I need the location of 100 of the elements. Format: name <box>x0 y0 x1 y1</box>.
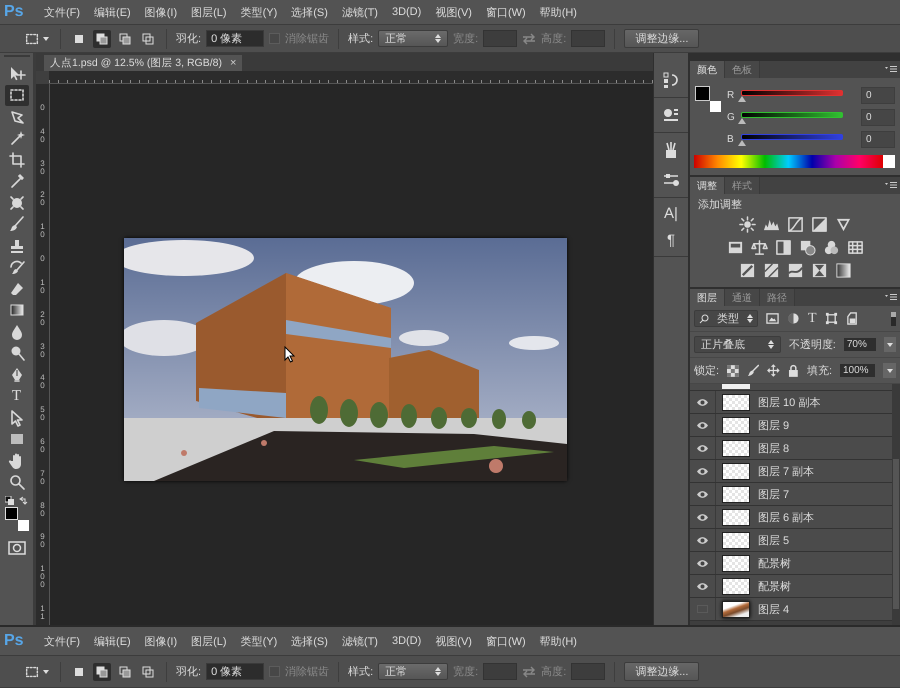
menu-item[interactable]: 图层(L) <box>185 2 233 22</box>
layer-row[interactable]: 图层 9 <box>690 414 892 437</box>
history-icon[interactable] <box>662 71 680 89</box>
style-dropdown[interactable]: 正常 <box>378 663 448 680</box>
panel-tab[interactable]: 通道 <box>725 289 760 306</box>
menu-item[interactable]: 滤镜(T) <box>336 2 384 22</box>
background-color-swatch[interactable] <box>710 101 721 112</box>
menu-item[interactable]: 类型(Y) <box>234 631 284 651</box>
style-dropdown[interactable]: 正常 <box>378 30 448 47</box>
grid-icon[interactable] <box>846 239 864 256</box>
menu-item[interactable]: 图像(I) <box>138 631 184 651</box>
menu-item[interactable]: 选择(S) <box>285 2 334 22</box>
document-tab[interactable]: 人点1.psd @ 12.5% (图层 3, RGB/8) × <box>44 55 242 71</box>
selection-mode-button[interactable] <box>93 662 111 680</box>
value-field[interactable]: 0 <box>861 130 895 148</box>
opacity-field[interactable]: 70% <box>844 338 876 351</box>
layer-row[interactable]: 图层 4 <box>690 598 892 621</box>
locked-document-icon[interactable] <box>846 312 859 325</box>
menu-item[interactable]: 文件(F) <box>38 2 86 22</box>
scrollbar-thumb[interactable] <box>893 459 899 609</box>
tool-button[interactable] <box>4 84 28 106</box>
layer-row[interactable]: 图层 8 <box>690 437 892 460</box>
menu-item[interactable]: 帮助(H) <box>534 631 583 651</box>
value-field[interactable]: 0 <box>861 108 895 126</box>
refine-edge-button[interactable]: 调整边缘... <box>624 662 700 681</box>
panel-tab[interactable]: 路径 <box>760 289 795 306</box>
feather-field[interactable]: 0 像素 <box>206 30 264 47</box>
layer-row[interactable]: 图层 7 <box>690 483 892 506</box>
layer-row[interactable]: 配景树 <box>690 552 892 575</box>
color-spectrum-bar[interactable] <box>694 155 895 168</box>
exposure-icon[interactable] <box>810 216 828 233</box>
three-circles-icon[interactable] <box>822 239 840 256</box>
slider-thumb[interactable] <box>738 118 746 124</box>
sun-icon[interactable] <box>738 216 756 233</box>
menu-item[interactable]: 3D(D) <box>386 631 428 651</box>
menu-item[interactable]: 窗口(W) <box>480 631 532 651</box>
layer-row[interactable]: 图层 10 副本 <box>690 391 892 414</box>
striped-square-icon[interactable] <box>762 262 780 279</box>
fill-dropdown-button[interactable] <box>883 363 896 378</box>
wave-square-icon[interactable] <box>786 262 804 279</box>
panel-tab[interactable]: 图层 <box>690 289 725 306</box>
cube-list-icon[interactable] <box>662 106 680 124</box>
panel-tab[interactable]: 色板 <box>725 61 760 78</box>
foreground-color-swatch[interactable] <box>695 86 710 101</box>
half-square-icon[interactable] <box>774 239 792 256</box>
curve-graph-icon[interactable] <box>786 216 804 233</box>
menu-item[interactable]: 类型(Y) <box>234 2 284 22</box>
swap-arrow-icon[interactable] <box>18 496 28 505</box>
menu-item[interactable]: 图像(I) <box>138 2 184 22</box>
menu-item[interactable]: 滤镜(T) <box>336 631 384 651</box>
layer-filter-dropdown[interactable]: 类型 <box>694 310 758 327</box>
checkerboard-icon[interactable] <box>727 364 739 376</box>
menu-item[interactable]: 编辑(E) <box>88 631 137 651</box>
menu-item[interactable]: 帮助(H) <box>534 2 583 22</box>
opacity-dropdown-button[interactable] <box>884 337 896 352</box>
feather-field[interactable]: 0 像素 <box>206 663 264 680</box>
blend-mode-dropdown[interactable]: 正片叠底 <box>694 336 781 353</box>
menu-item[interactable]: 编辑(E) <box>88 2 137 22</box>
menu-item[interactable]: 选择(S) <box>285 631 334 651</box>
menu-item[interactable]: 图层(L) <box>185 631 233 651</box>
panel-menu-icon[interactable] <box>885 66 897 72</box>
slider-thumb[interactable] <box>738 96 746 102</box>
hourglass-square-icon[interactable] <box>810 262 828 279</box>
fill-field[interactable]: 100% <box>840 364 876 377</box>
paragraph-panel-button[interactable]: ¶ <box>666 233 676 248</box>
menu-item[interactable]: 视图(V) <box>429 2 478 22</box>
panel-menu-icon[interactable] <box>885 182 897 188</box>
half-circle-icon[interactable] <box>787 312 800 325</box>
scales-icon[interactable] <box>750 239 768 256</box>
close-button[interactable]: × <box>230 57 236 69</box>
triangle-icon[interactable] <box>834 216 852 233</box>
brush-icon[interactable] <box>746 364 760 377</box>
panel-tab[interactable]: 颜色 <box>690 61 725 78</box>
split-square-icon[interactable] <box>726 239 744 256</box>
filter-toggle[interactable] <box>891 312 896 326</box>
character-panel-button[interactable]: A| <box>664 206 678 221</box>
default-colors-icon[interactable] <box>4 496 14 505</box>
image-icon[interactable] <box>766 312 779 325</box>
panel-menu-icon[interactable] <box>885 294 897 300</box>
layer-row[interactable]: 图层 6 副本 <box>690 506 892 529</box>
selection-mode-button[interactable] <box>93 30 111 48</box>
shape-corners-icon[interactable] <box>824 312 838 325</box>
gradient-square-icon[interactable] <box>834 262 852 279</box>
type-filter-button[interactable]: T <box>808 310 817 326</box>
sliders-icon[interactable] <box>662 171 680 189</box>
menu-item[interactable]: 文件(F) <box>38 631 86 651</box>
refine-edge-button[interactable]: 调整边缘... <box>624 29 700 48</box>
diagonal-square-icon[interactable] <box>738 262 756 279</box>
menu-item[interactable]: 3D(D) <box>386 2 428 22</box>
menu-item[interactable]: 视图(V) <box>429 631 478 651</box>
lock-icon[interactable] <box>788 364 799 377</box>
layer-row[interactable]: 图层 7 副本 <box>690 460 892 483</box>
layer-row[interactable]: 配景树 <box>690 575 892 598</box>
slider-thumb[interactable] <box>738 140 746 146</box>
panel-tab[interactable]: 调整 <box>690 177 725 194</box>
panel-tab[interactable]: 样式 <box>725 177 760 194</box>
value-field[interactable]: 0 <box>861 86 895 104</box>
move-arrows-icon[interactable] <box>767 364 780 377</box>
background-color-swatch[interactable] <box>18 520 28 531</box>
layer-row[interactable]: 图层 5 <box>690 529 892 552</box>
